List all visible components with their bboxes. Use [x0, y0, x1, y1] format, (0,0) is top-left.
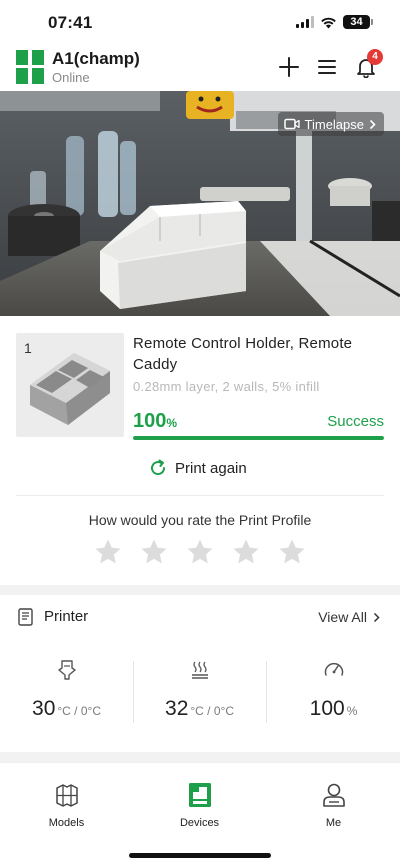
chevron-right-icon — [373, 612, 380, 622]
video-camera-icon — [283, 118, 300, 130]
rating-star-icon[interactable] — [139, 537, 169, 567]
timelapse-label: Timelapse — [304, 116, 364, 132]
printer-temperatures: 30 °C / 0°C 32 °C / 0°C 100% — [0, 655, 400, 727]
view-all-button[interactable]: View All — [318, 609, 380, 625]
cellular-signal-icon — [296, 16, 314, 28]
heatbed-icon — [191, 661, 208, 679]
status-bar: 07:41 34 — [0, 0, 400, 44]
printer-status: Online — [52, 70, 90, 85]
printer-doc-icon — [18, 608, 33, 626]
job-title: Remote Control Holder, Remote Caddy — [133, 335, 353, 373]
model-thumbnail[interactable]: 1 — [16, 333, 124, 437]
camera-feed[interactable]: Timelapse — [0, 91, 400, 316]
notification-badge: 4 — [367, 49, 383, 65]
profile-icon — [322, 783, 345, 807]
status-time: 07:41 — [48, 13, 93, 32]
rating-prompt: How would you rate the Print Profile — [88, 512, 312, 528]
rating-star-icon[interactable] — [277, 537, 307, 567]
tab-devices[interactable]: Devices — [133, 781, 266, 829]
heatbed-temp-value: 32 °C / 0°C — [133, 697, 266, 721]
tab-me-label: Me — [325, 817, 342, 829]
rating-star-icon[interactable] — [185, 537, 215, 567]
add-button[interactable] — [276, 54, 302, 80]
heatbed-temp-number: 32 — [165, 697, 189, 720]
tab-models-label: Models — [48, 817, 85, 829]
fan-speed[interactable]: 100% — [267, 655, 400, 727]
models-icon — [55, 784, 78, 807]
section-separator — [0, 752, 400, 762]
job-progress-bar — [133, 436, 384, 440]
tab-models[interactable]: Models — [0, 781, 133, 829]
nozzle-temp-number: 30 — [32, 697, 56, 720]
timelapse-button[interactable]: Timelapse — [277, 112, 384, 136]
progress-unit: % — [166, 416, 178, 430]
battery-indicator: 34 — [343, 15, 373, 29]
divider — [16, 495, 384, 496]
printer-logo-icon — [16, 50, 44, 84]
heatbed-temp-target: °C / 0°C — [190, 704, 234, 718]
print-again-label: Print again — [175, 459, 247, 477]
progress-number: 100 — [133, 410, 167, 432]
add-icon — [279, 57, 299, 77]
rating-star-icon[interactable] — [231, 537, 261, 567]
fan-speed-icon — [324, 662, 343, 676]
fan-speed-value: 100% — [267, 697, 400, 721]
notifications-button[interactable]: 4 — [353, 49, 383, 80]
menu-icon — [318, 60, 336, 74]
job-progress-fill — [133, 436, 384, 440]
home-indicator[interactable] — [129, 853, 271, 858]
nozzle-icon — [57, 660, 76, 680]
job-result-status: Success — [327, 413, 384, 430]
tab-me[interactable]: Me — [267, 781, 400, 829]
printer-section-title: Printer — [44, 608, 89, 625]
print-again-button[interactable]: Print again — [148, 457, 247, 479]
fan-speed-number: 100 — [309, 697, 345, 720]
view-all-label: View All — [318, 609, 367, 625]
tab-devices-label: Devices — [179, 817, 220, 829]
devices-icon — [188, 783, 211, 807]
rating-star-icon[interactable] — [93, 537, 123, 567]
rating-stars — [93, 537, 307, 567]
printer-section-header: Printer View All — [0, 598, 400, 636]
printer-name[interactable]: A1(champ) — [52, 49, 140, 69]
caddy-model-image — [30, 353, 110, 425]
job-meta: 0.28mm layer, 2 walls, 5% infill — [133, 379, 320, 394]
fan-speed-unit: % — [346, 704, 358, 718]
bottom-tab-bar: Models Devices Me — [0, 762, 400, 865]
section-separator — [0, 585, 400, 595]
chevron-right-icon — [369, 119, 376, 129]
nozzle-temp-target: °C / 0°C — [57, 704, 101, 718]
wifi-icon — [321, 17, 336, 28]
menu-button[interactable] — [314, 54, 340, 80]
job-progress-value: 100% — [133, 410, 177, 433]
heatbed-temperature[interactable]: 32 °C / 0°C — [133, 655, 266, 727]
refresh-icon — [151, 459, 166, 476]
status-icons: 34 — [296, 15, 373, 29]
nozzle-temp-value: 30 °C / 0°C — [0, 697, 133, 721]
app-header: A1(champ) Online 4 — [0, 44, 400, 91]
nozzle-temperature[interactable]: 30 °C / 0°C — [0, 655, 133, 727]
